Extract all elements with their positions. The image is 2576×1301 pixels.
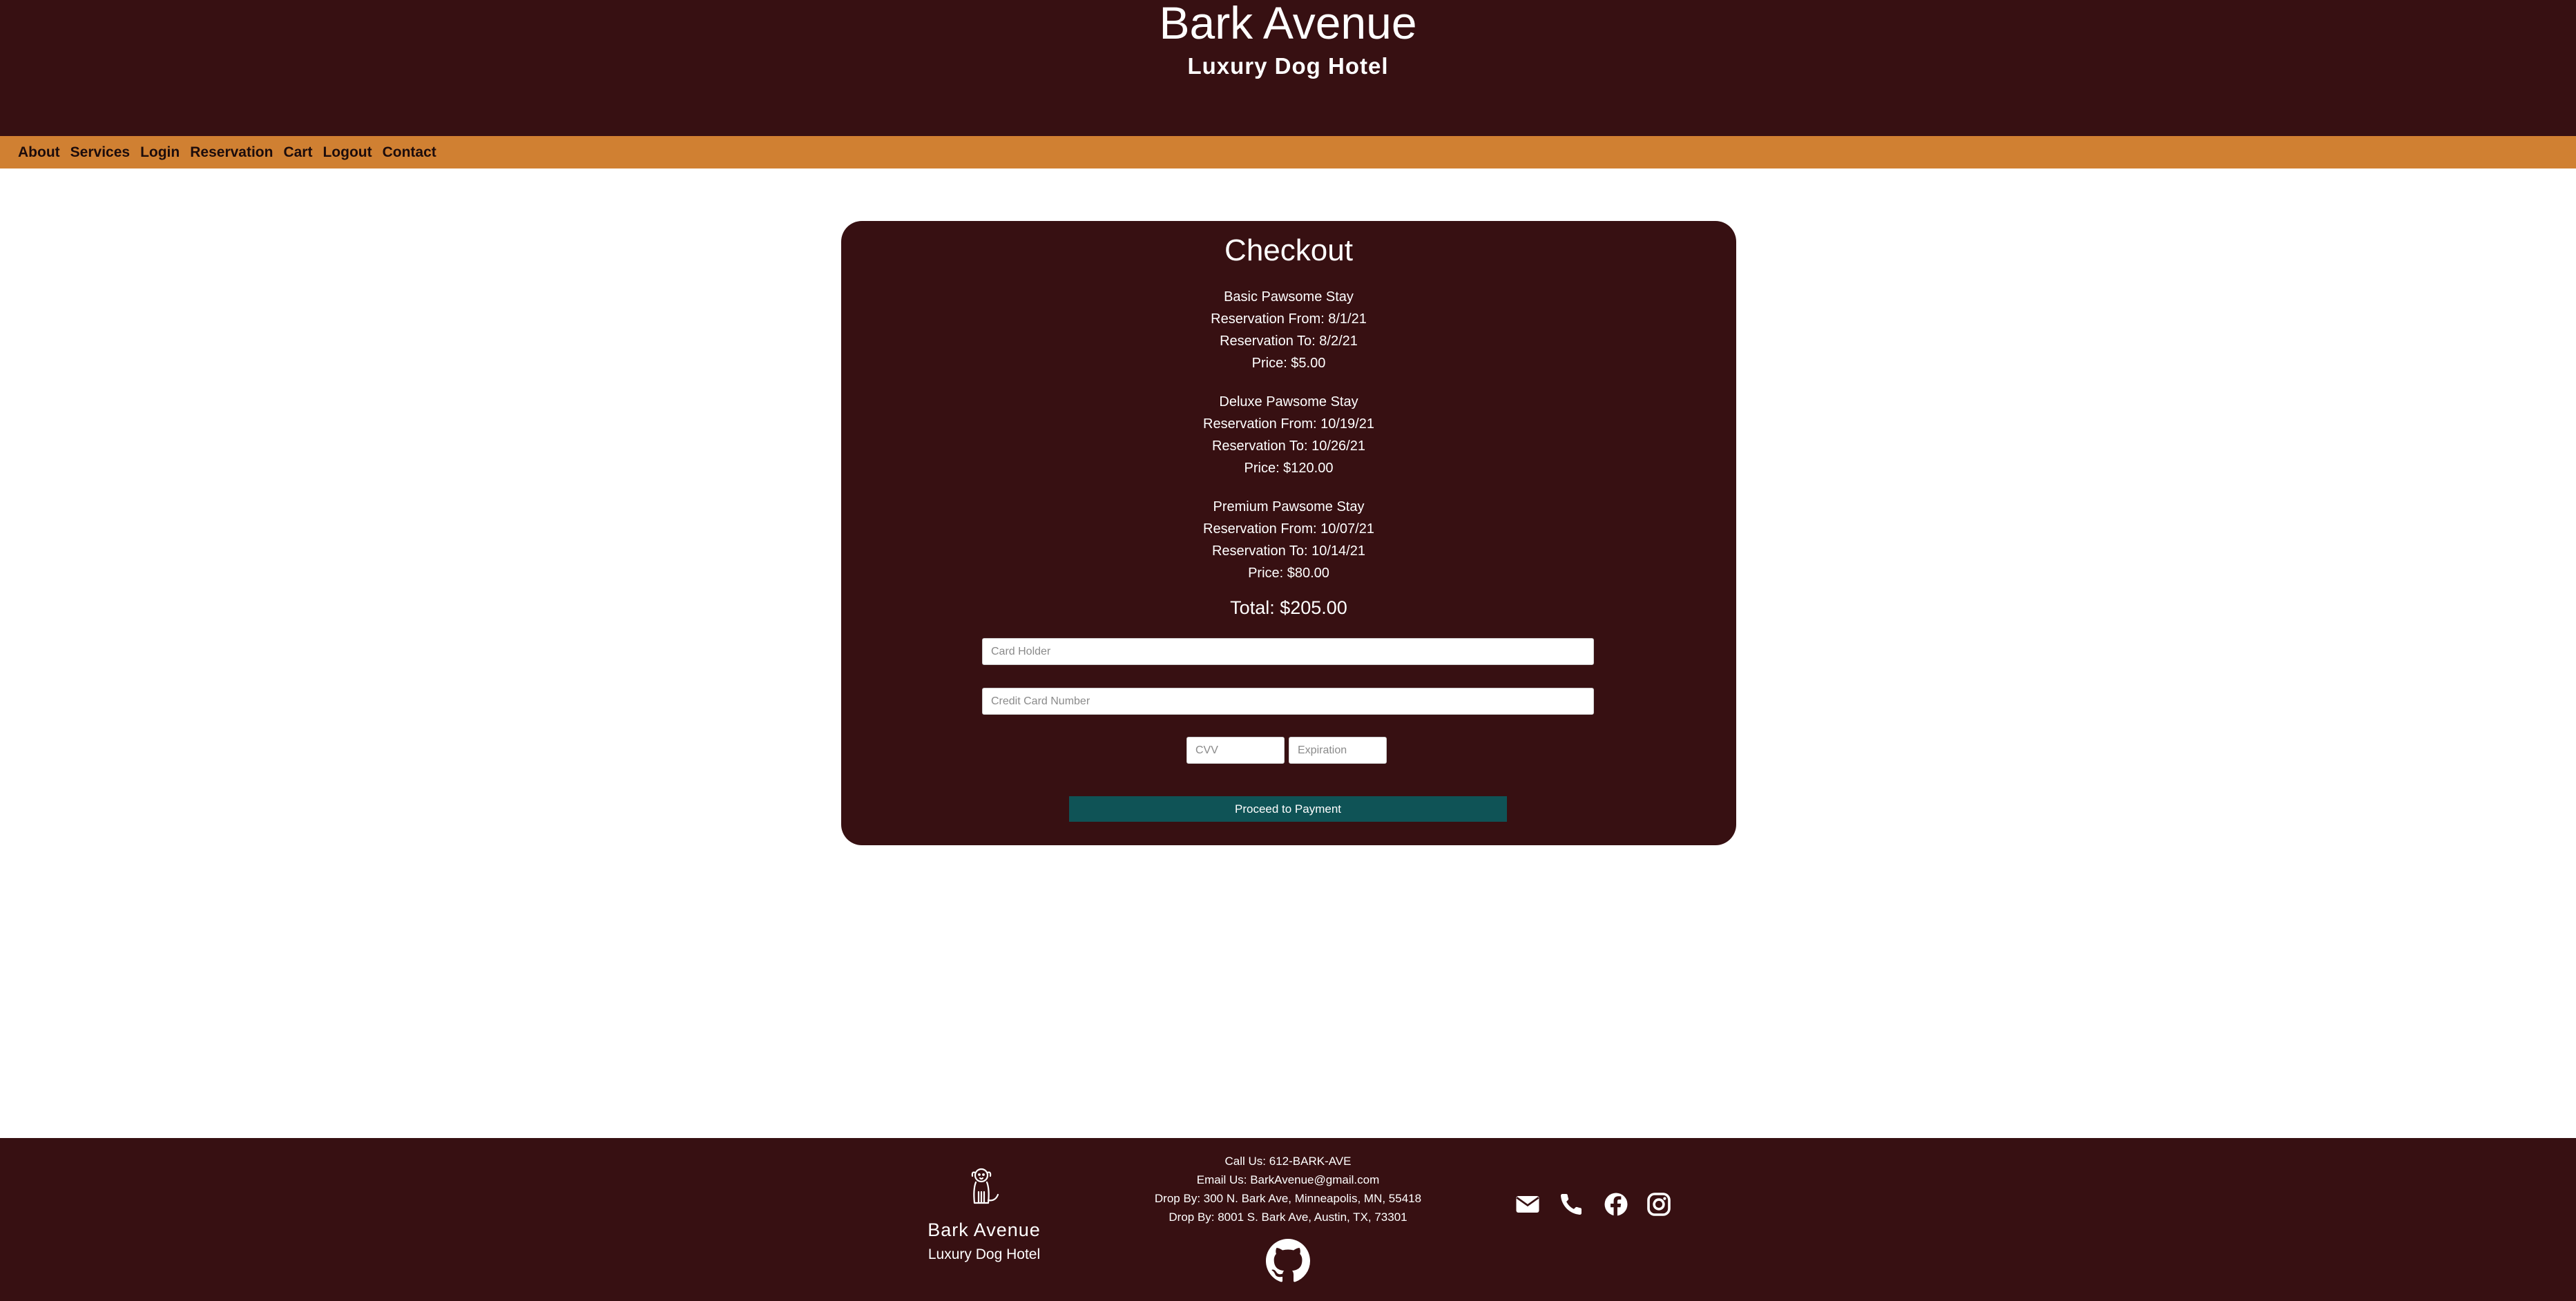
- nav-cart[interactable]: Cart: [283, 144, 312, 161]
- checkout-title: Checkout: [1224, 233, 1353, 267]
- site-title: Bark Avenue: [1159, 0, 1417, 48]
- nav-reservation[interactable]: Reservation: [190, 144, 273, 161]
- envelope-icon[interactable]: [1515, 1192, 1540, 1217]
- footer-brand-tagline: Luxury Dog Hotel: [927, 1246, 1041, 1262]
- cvv-input[interactable]: [1186, 737, 1285, 764]
- cart-item-deluxe: Deluxe Pawsome Stay Reservation From: 10…: [841, 391, 1736, 479]
- nav-login[interactable]: Login: [140, 144, 180, 161]
- item-name: Premium Pawsome Stay: [1213, 499, 1365, 514]
- item-to: Reservation To: 10/26/21: [1211, 439, 1365, 454]
- proceed-to-payment-button[interactable]: Proceed to Payment: [1069, 796, 1507, 822]
- item-name: Deluxe Pawsome Stay: [1219, 394, 1358, 409]
- expiration-input[interactable]: [1289, 737, 1387, 764]
- order-total: Total: $205.00: [1230, 597, 1347, 618]
- site-subtitle: Luxury Dog Hotel: [1187, 53, 1389, 79]
- item-to: Reservation To: 8/2/21: [1220, 334, 1358, 349]
- item-price: Price: $80.00: [1248, 566, 1329, 581]
- footer-phone-text: Call Us: 612-BARK-AVE: [1224, 1155, 1352, 1168]
- main-nav: About Services Login Reservation Cart Lo…: [0, 136, 2576, 168]
- footer-address-minneapolis: Drop By: 300 N. Bark Ave, Minneapolis, M…: [1154, 1192, 1422, 1205]
- dog-logo-icon: [971, 1168, 999, 1204]
- item-from: Reservation From: 10/19/21: [1203, 416, 1374, 432]
- github-icon[interactable]: [1266, 1239, 1310, 1283]
- footer-brand: Bark Avenue Luxury Dog Hotel: [912, 1166, 1057, 1265]
- card-number-input[interactable]: [982, 688, 1594, 715]
- item-price: Price: $5.00: [1251, 356, 1326, 371]
- footer-contact: Call Us: 612-BARK-AVE Email Us: BarkAven…: [1105, 1152, 1471, 1226]
- footer-brand-name: Bark Avenue: [927, 1220, 1041, 1240]
- item-from: Reservation From: 8/1/21: [1211, 311, 1367, 327]
- instagram-icon[interactable]: [1646, 1192, 1671, 1217]
- item-name: Basic Pawsome Stay: [1224, 289, 1354, 305]
- item-price: Price: $120.00: [1244, 461, 1334, 476]
- facebook-icon[interactable]: [1604, 1192, 1628, 1217]
- card-holder-input[interactable]: [982, 638, 1594, 665]
- phone-icon[interactable]: [1559, 1192, 1584, 1217]
- nav-logout[interactable]: Logout: [323, 144, 372, 161]
- item-to: Reservation To: 10/14/21: [1211, 543, 1365, 559]
- nav-contact[interactable]: Contact: [383, 144, 436, 161]
- nav-about[interactable]: About: [18, 144, 60, 161]
- item-from: Reservation From: 10/07/21: [1203, 521, 1374, 537]
- cart-item-premium: Premium Pawsome Stay Reservation From: 1…: [841, 496, 1736, 584]
- cart-item-basic: Basic Pawsome Stay Reservation From: 8/1…: [841, 286, 1736, 374]
- nav-services[interactable]: Services: [70, 144, 130, 161]
- checkout-card: Checkout Basic Pawsome Stay Reservation …: [841, 221, 1736, 845]
- footer-address-austin: Drop By: 8001 S. Bark Ave, Austin, TX, 7…: [1169, 1211, 1407, 1224]
- site-header: Bark Avenue Luxury Dog Hotel: [0, 0, 2576, 136]
- footer-email-text: Email Us: BarkAvenue@gmail.com: [1196, 1173, 1380, 1186]
